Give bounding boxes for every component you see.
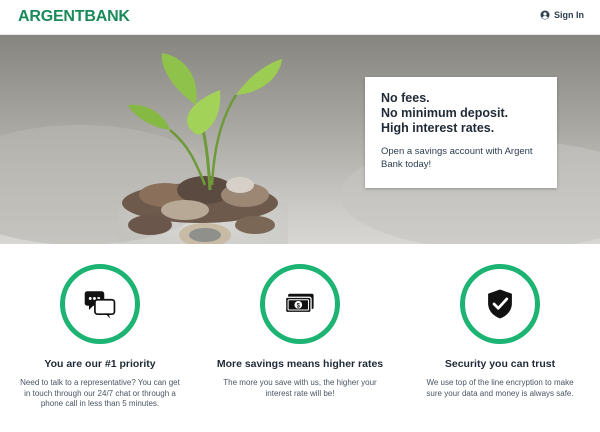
feature-title: More savings means higher rates [216, 358, 384, 370]
features-section: You are our #1 priority Need to talk to … [0, 244, 600, 432]
sign-in-link[interactable]: Sign In [540, 10, 584, 20]
feature-description: Need to talk to a representative? You ca… [20, 378, 180, 408]
feature-title: Security you can trust [444, 358, 556, 370]
logo-bank: BANK [84, 8, 130, 25]
feature-item-security: Security you can trust We use top of the… [415, 264, 585, 399]
sign-in-label: Sign In [554, 10, 584, 20]
feature-icon-circle [60, 264, 140, 344]
promo-body: Open a savings account with Argent Bank … [381, 146, 533, 170]
argent-bank-logo[interactable]: ARGENTBANK [18, 8, 130, 26]
shield-check-icon [488, 289, 512, 319]
feature-description: The more you save with us, the higher yo… [223, 378, 377, 398]
feature-description: We use top of the line encryption to mak… [426, 378, 574, 398]
user-circle-icon [540, 10, 550, 20]
top-nav: ARGENTBANK Sign In [0, 0, 600, 35]
feature-item-savings: $ More savings means higher rates The mo… [215, 264, 385, 399]
feature-title: You are our #1 priority [44, 358, 156, 370]
promo-headline-2: No minimum deposit. [381, 106, 509, 120]
promo-card: No fees. No minimum deposit. High intere… [365, 77, 557, 188]
logo-argent: ARGENT [18, 8, 85, 25]
promo-headline-3: High interest rates. [381, 121, 495, 135]
feature-icon-circle [460, 264, 540, 344]
chat-bubbles-icon [84, 291, 116, 319]
feature-item-priority: You are our #1 priority Need to talk to … [15, 264, 185, 410]
hero-banner: No fees. No minimum deposit. High intere… [0, 35, 600, 244]
feature-icon-circle: $ [260, 264, 340, 344]
money-icon: $ [284, 293, 314, 314]
promo-headline-1: No fees. [381, 91, 430, 105]
